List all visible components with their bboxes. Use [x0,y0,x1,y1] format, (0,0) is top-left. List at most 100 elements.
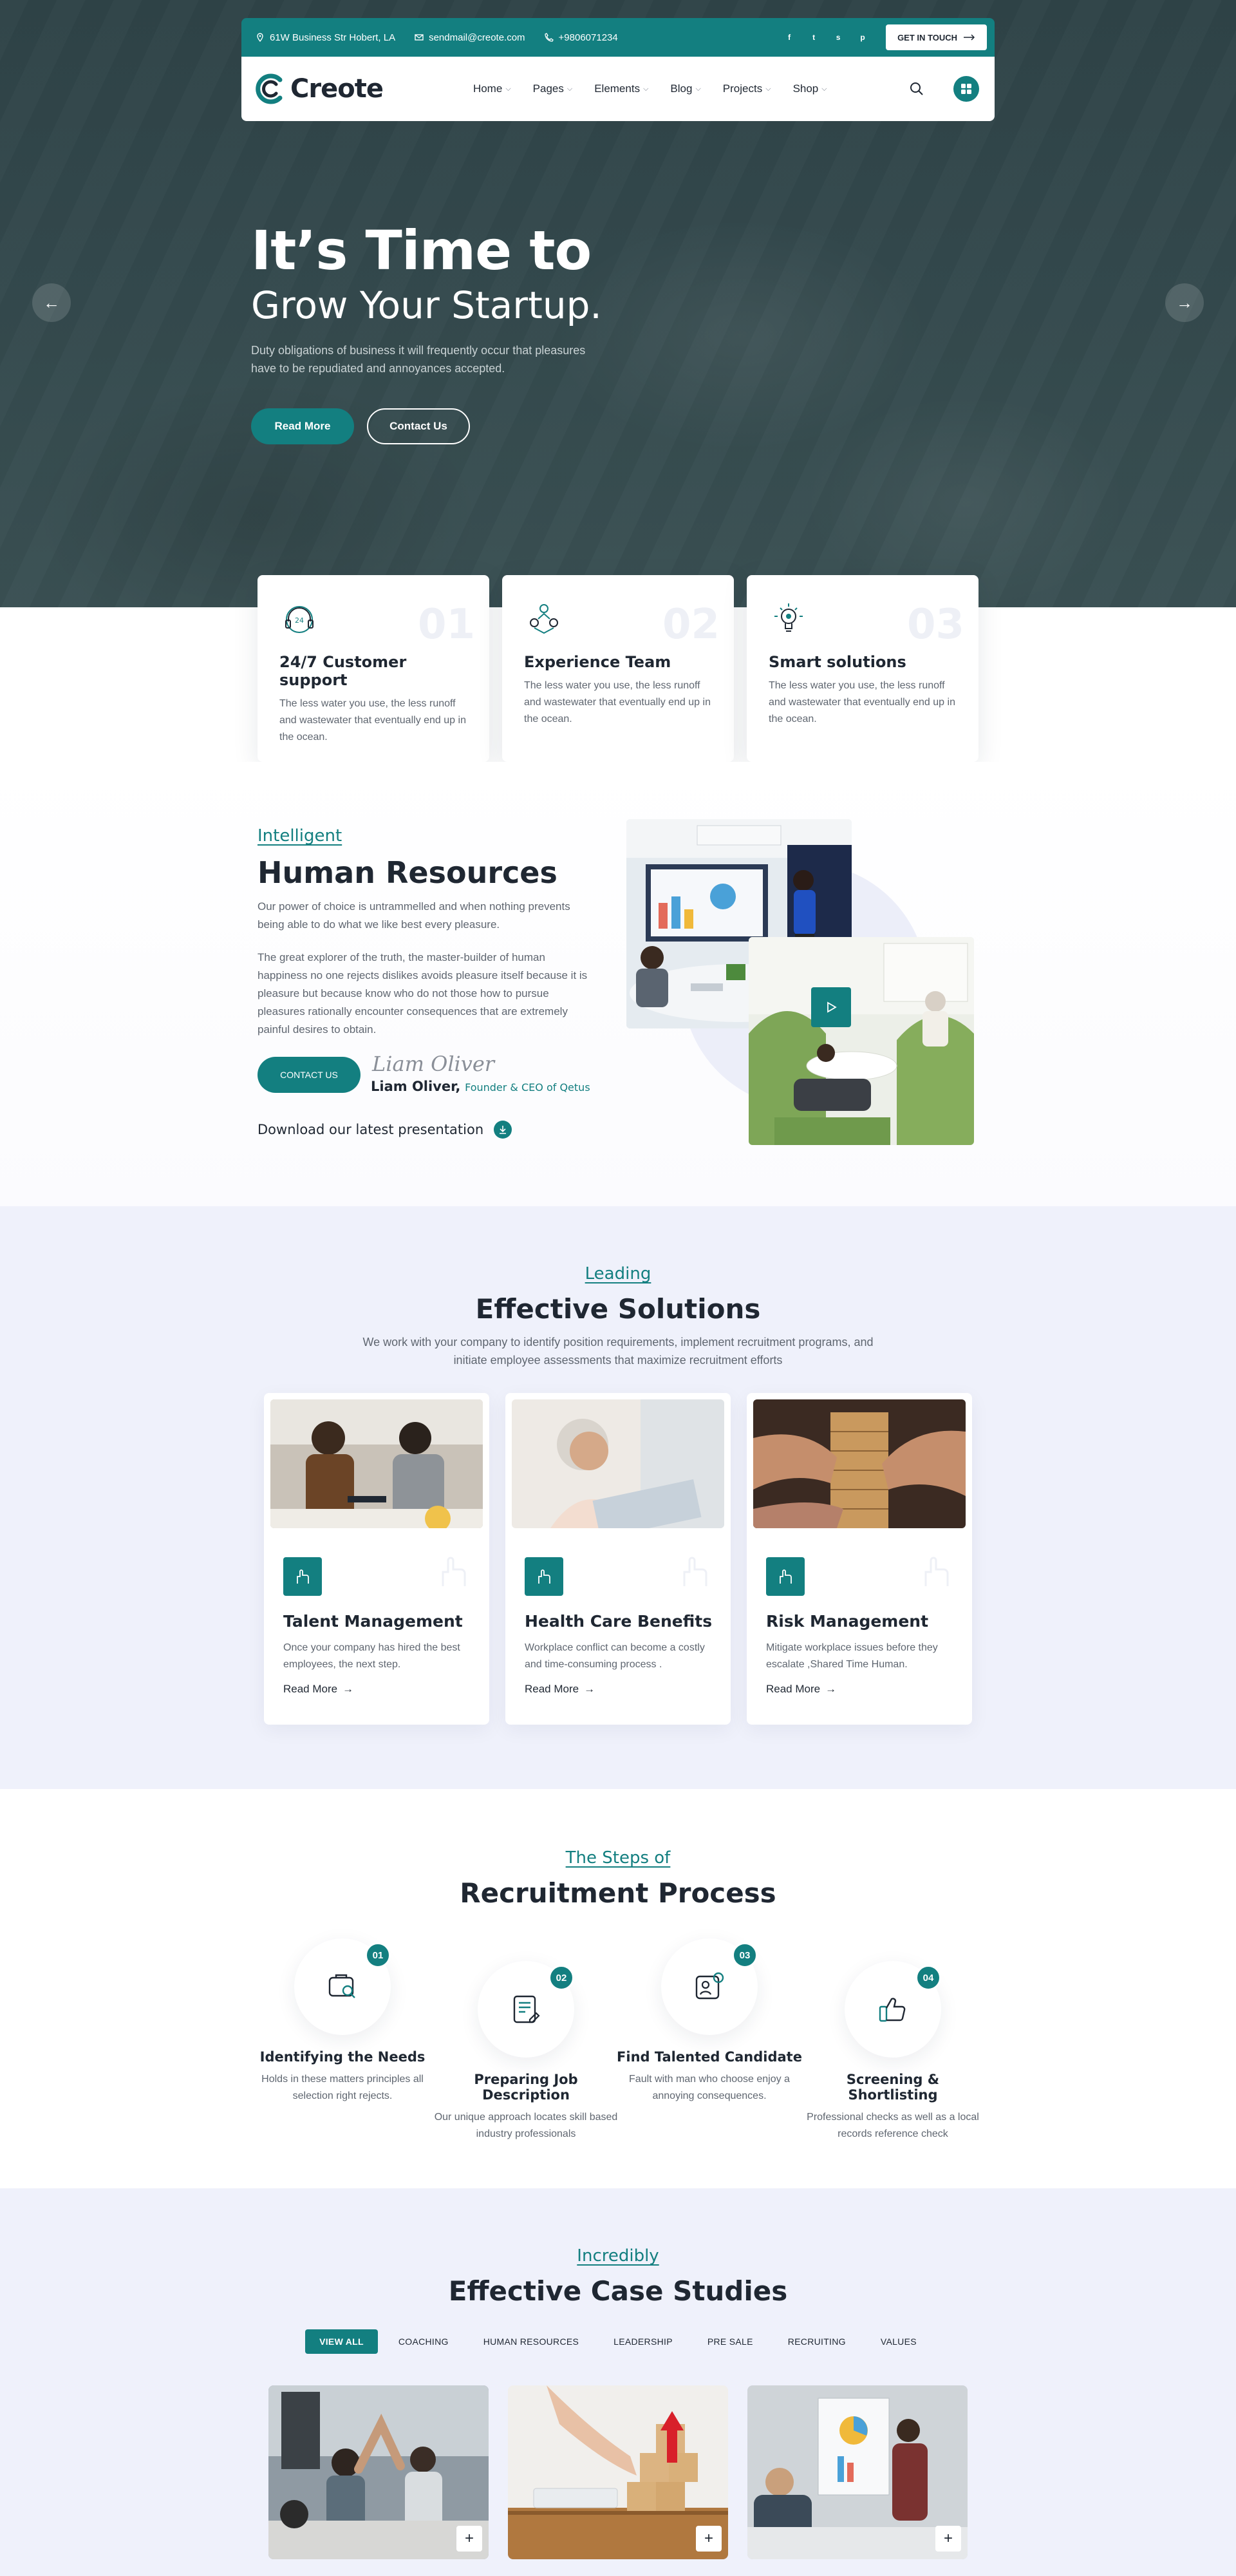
headset-icon: 24 [285,606,314,633]
twitter-icon[interactable]: t [809,32,819,43]
filter-view-all[interactable]: VIEW ALL [305,2329,378,2354]
team-meeting-photo [749,937,974,1145]
team-icon [530,604,558,634]
cases-subtitle: Incredibly [577,2246,659,2266]
feature-text: The less water you use, the less runoff … [524,680,711,724]
solution-image [753,1399,966,1528]
solution-card: Talent Management Once your company has … [264,1393,489,1725]
solutions-description: We work with your company to identify po… [362,1336,874,1367]
slider-next-button[interactable]: → [1165,283,1204,322]
search-profile-icon [328,1974,355,1998]
logo[interactable]: Creote [252,71,384,107]
menu-item-projects[interactable]: Projects ⌵ [723,82,771,95]
high-five-photo [268,2385,489,2559]
slider-prev-button[interactable]: ← [32,283,71,322]
solutions-subtitle-wrap: Leading [0,1264,1236,1283]
address-info: 61W Business Str Hobert, LA [256,32,395,43]
step-number: 02 [548,1965,574,1991]
grid-menu-button[interactable] [953,76,979,102]
arrow-right-icon: → [342,1683,354,1695]
filter-human-resources[interactable]: HUMAN RESOURCES [469,2329,593,2354]
filter-pre-sale[interactable]: PRE SALE [693,2329,767,2354]
step-title: Screening & Shortlisting [846,2072,940,2103]
arrow-left-icon: ← [43,292,60,312]
menu-item-blog[interactable]: Blog ⌵ [670,82,700,95]
menu-label: Elements [594,82,641,95]
step-title: Find Talented Candidate [617,2049,802,2065]
download-presentation-link[interactable]: Download our latest presentation [258,1121,512,1139]
talent-icon [283,1557,322,1596]
address-text: 61W Business Str Hobert, LA [270,32,396,43]
process-subtitle: The Steps of [565,1848,671,1868]
solution-card: Health Care Benefits Workplace conflict … [505,1393,731,1725]
get-in-touch-button[interactable]: GET IN TOUCH [886,24,987,50]
cases-title: Effective Case Studies [448,2275,788,2307]
location-icon [257,33,263,42]
case-study-card[interactable]: + [747,2385,968,2559]
menu-item-shop[interactable]: Shop ⌵ [793,82,827,95]
feature-text: The less water you use, the less runoff … [769,680,955,724]
menu-item-pages[interactable]: Pages ⌵ [533,82,573,95]
email-text[interactable]: sendmail@creote.com [429,32,525,43]
phone-text[interactable]: +9806071234 [559,32,618,43]
phone-info[interactable]: +9806071234 [544,32,618,43]
case-study-card[interactable]: + [268,2385,489,2559]
solution-text: Workplace conflict can become a costly a… [525,1642,705,1670]
case-study-card[interactable]: + [508,2385,728,2559]
candidate-icon [695,1972,724,2000]
chevron-down-icon: ⌵ [821,84,827,93]
mail-icon [415,34,424,41]
video-play-button[interactable] [811,987,851,1027]
read-more-link[interactable]: Read More → [766,1683,836,1696]
top-info-bar: 61W Business Str Hobert, LA sendmail@cre… [241,18,995,57]
author-role: Founder & CEO of Qetus [465,1081,590,1094]
contact-us-button[interactable]: Contact Us [367,408,470,444]
menu-label: Shop [792,82,819,95]
svg-text:24: 24 [295,616,304,625]
main-menu: Home ⌵ Pages ⌵ Elements ⌵ Blog ⌵ Projects ⌵ S… [473,82,827,95]
hero-title-line1: It’s Time to [251,219,592,282]
process-step: 02 Preparing Job Description Our unique … [433,1961,619,2143]
facebook-icon[interactable]: f [784,32,794,43]
expand-button[interactable]: + [696,2526,722,2552]
hand-icon [683,1557,707,1586]
pinterest-icon[interactable]: p [857,32,868,43]
read-more-button[interactable]: Read More [251,408,354,444]
play-icon [827,1001,837,1013]
feature-number: 02 [662,601,720,649]
menu-item-elements[interactable]: Elements ⌵ [594,82,648,95]
expand-button[interactable]: + [456,2526,482,2552]
email-info[interactable]: sendmail@creote.com [415,32,525,43]
feature-text: The less water you use, the less runoff … [279,698,466,743]
solution-card: Risk Management Mitigate workplace issue… [747,1393,972,1725]
solution-text: Once your company has hired the best emp… [283,1642,460,1670]
skype-icon[interactable]: s [833,32,843,43]
read-more-link[interactable]: Read More → [283,1683,353,1696]
filter-values[interactable]: VALUES [866,2329,931,2354]
expand-button[interactable]: + [935,2526,961,2552]
filter-recruiting[interactable]: RECRUITING [774,2329,860,2354]
solutions-desc-wrap: We work with your company to identify po… [0,1333,1236,1369]
filter-leadership[interactable]: LEADERSHIP [599,2329,687,2354]
step-number: 01 [365,1942,391,1968]
menu-label: Projects [722,82,763,95]
arrow-right-icon [964,34,975,41]
step-circle: 04 [845,1961,941,2058]
about-paragraph-2: The great explorer of the truth, the mas… [258,951,588,1036]
solutions-title: Effective Solutions [475,1293,761,1325]
arrow-right-icon: → [1176,292,1193,312]
logo-mark-icon [256,73,283,104]
thumbs-up-icon [879,1998,906,2022]
filter-coaching[interactable]: COACHING [384,2329,463,2354]
feature-card: 01 24 24/7 Customer support The less wat… [258,575,489,762]
bulb-icon [774,603,803,632]
solution-image [270,1399,483,1528]
read-more-label: Read More [766,1683,821,1695]
chevron-down-icon: ⌵ [505,84,511,93]
menu-item-home[interactable]: Home ⌵ [473,82,511,95]
about-contact-button[interactable]: CONTACT US [258,1057,360,1093]
about-section [0,762,1236,1206]
step-text: Fault with man who choose enjoy a annoyi… [629,2074,790,2101]
read-more-link[interactable]: Read More → [525,1683,595,1696]
search-icon[interactable] [910,82,924,96]
